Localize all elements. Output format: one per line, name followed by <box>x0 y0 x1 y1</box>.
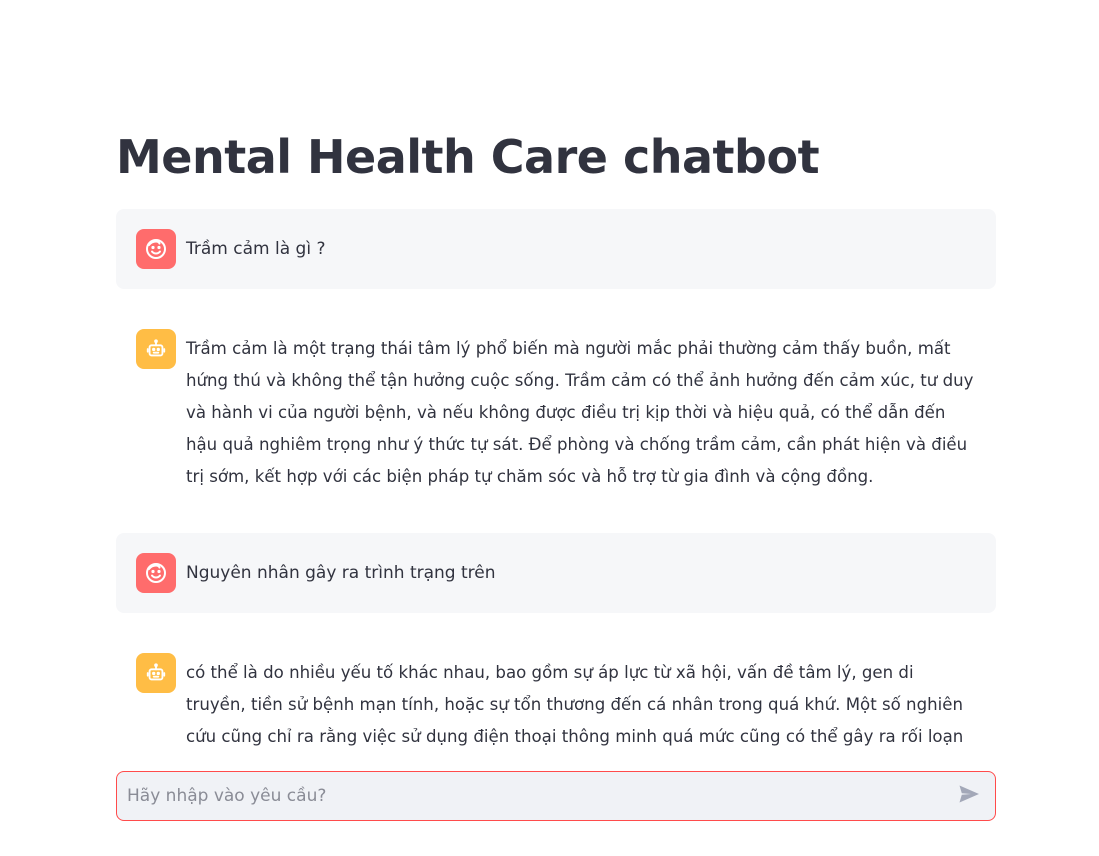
app-page: Mental Health Care chatbot Trầm cảm là g… <box>0 0 1099 856</box>
chat-input[interactable] <box>117 772 945 820</box>
user-message: Nguyên nhân gây ra trình trạng trên <box>116 533 996 613</box>
send-button[interactable] <box>945 772 993 820</box>
assistant-avatar <box>136 653 176 693</box>
robot-icon <box>145 662 167 684</box>
assistant-avatar <box>136 329 176 369</box>
assistant-message: Trầm cảm là một trạng thái tâm lý phổ bi… <box>116 309 996 513</box>
message-text: Trầm cảm là một trạng thái tâm lý phổ bi… <box>186 339 974 486</box>
smiley-face-icon <box>144 561 168 585</box>
message-text: có thể là do nhiều yếu tố khác nhau, bao… <box>186 663 964 746</box>
send-icon <box>957 782 981 810</box>
smiley-face-icon <box>144 237 168 261</box>
message-text: Trầm cảm là gì ? <box>186 239 326 259</box>
page-title: Mental Health Care chatbot <box>116 130 820 184</box>
user-avatar <box>136 553 176 593</box>
user-message: Trầm cảm là gì ? <box>116 209 996 289</box>
chat-history[interactable]: Trầm cảm là gì ? Trầm cảm là một trạng t… <box>116 209 996 757</box>
user-avatar <box>136 229 176 269</box>
message-text: Nguyên nhân gây ra trình trạng trên <box>186 563 496 583</box>
assistant-message: có thể là do nhiều yếu tố khác nhau, bao… <box>116 633 996 757</box>
robot-icon <box>145 338 167 360</box>
chat-input-container <box>116 771 996 821</box>
